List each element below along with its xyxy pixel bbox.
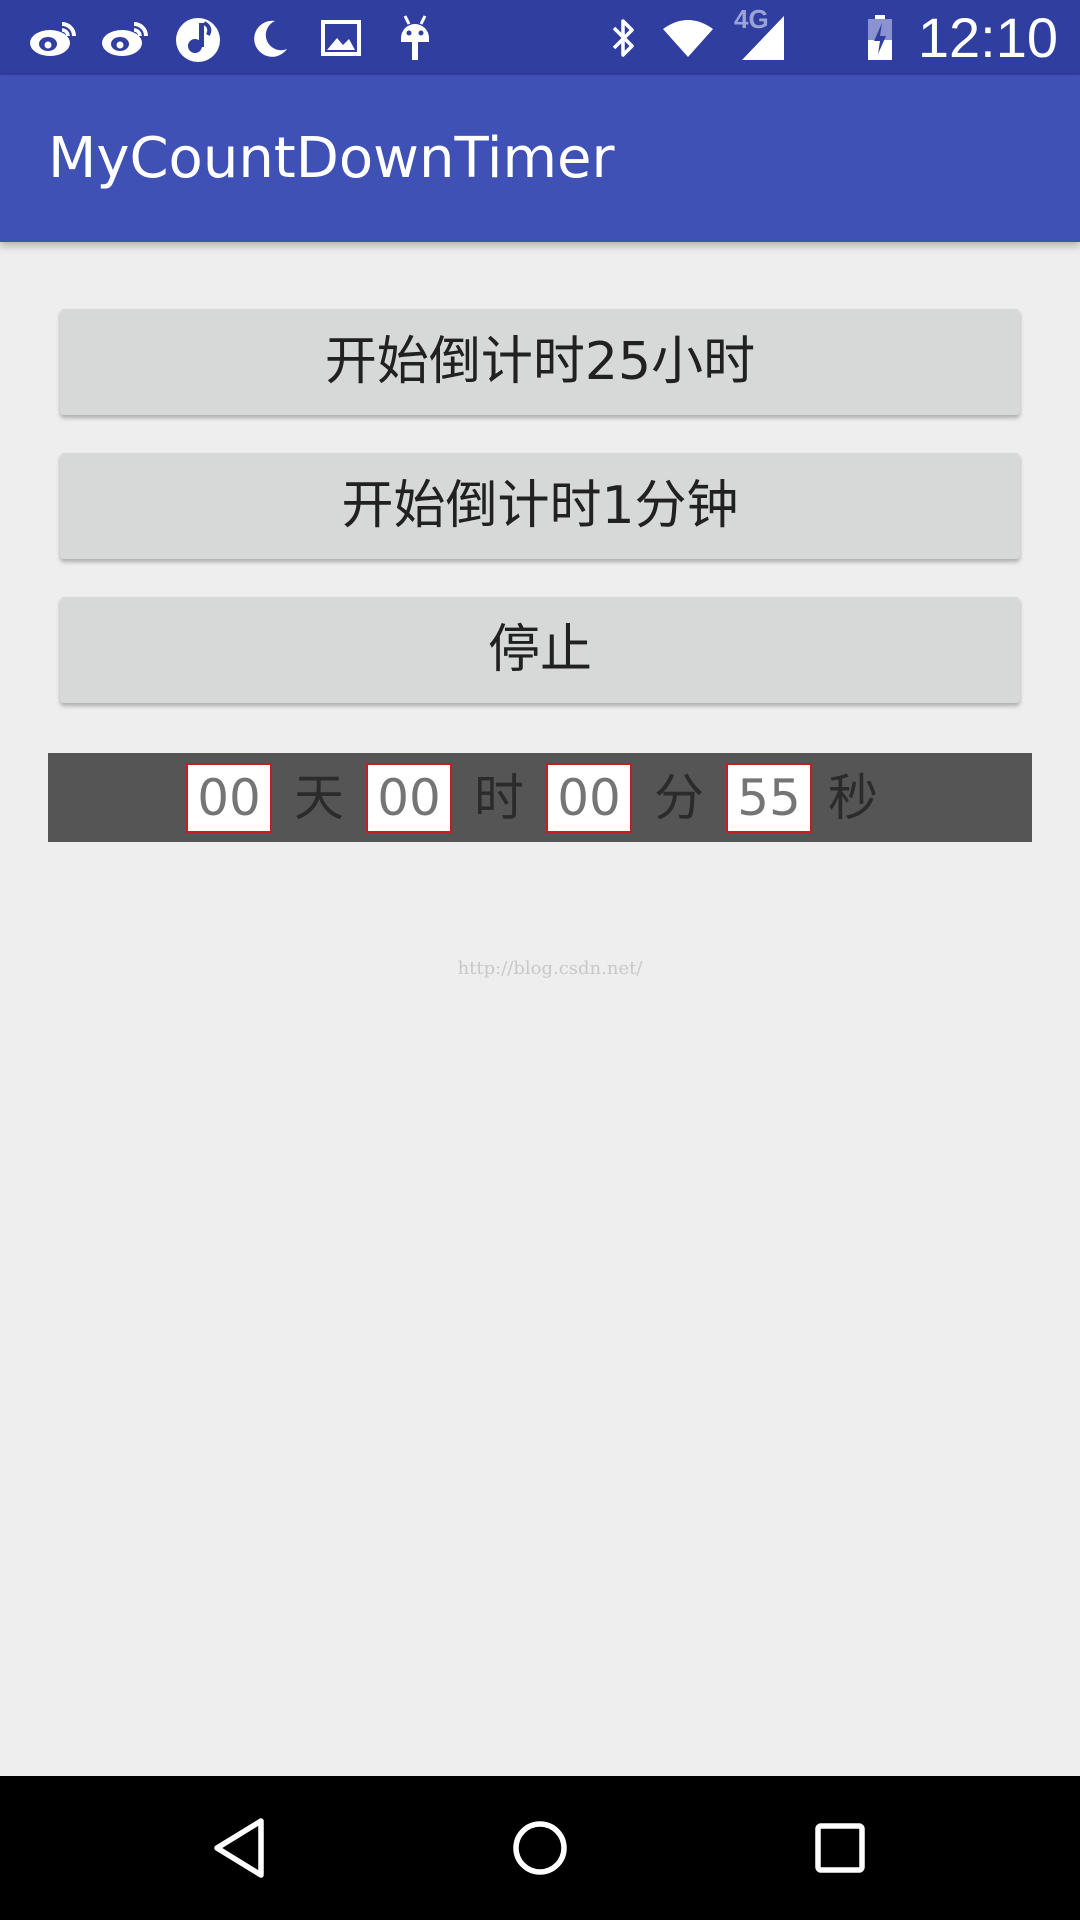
status-bar: 4G 12:10 bbox=[0, 0, 1080, 75]
home-button[interactable] bbox=[470, 1776, 610, 1920]
wifi-icon bbox=[660, 0, 716, 75]
status-clock: 12:10 bbox=[917, 6, 1058, 69]
recents-button[interactable] bbox=[770, 1776, 910, 1920]
minutes-unit-label: 分 bbox=[654, 768, 704, 827]
home-icon bbox=[513, 1821, 567, 1875]
app-title: MyCountDownTimer bbox=[48, 126, 615, 191]
bluetooth-icon bbox=[602, 0, 646, 75]
app-screen: 4G 12:10 MyCountDownTimer 开始倒计时25小时 开始倒计… bbox=[0, 0, 1080, 1920]
recents-icon bbox=[815, 1823, 865, 1873]
music-app-icon bbox=[172, 0, 224, 75]
app-bar: MyCountDownTimer bbox=[0, 75, 1080, 242]
start-1-minute-countdown-button[interactable]: 开始倒计时1分钟 bbox=[60, 453, 1020, 559]
weibo-icon bbox=[26, 0, 82, 75]
minutes-value: 00 bbox=[546, 762, 632, 833]
watermark-url: http://blog.csdn.net/ bbox=[457, 958, 643, 979]
cell-signal-icon: 4G bbox=[728, 0, 792, 75]
android-debug-icon bbox=[392, 0, 438, 75]
weibo-icon bbox=[98, 0, 154, 75]
stop-button[interactable]: 停止 bbox=[60, 597, 1020, 703]
battery-charging-icon bbox=[860, 0, 900, 75]
seconds-value: 55 bbox=[726, 762, 812, 833]
image-icon bbox=[318, 0, 364, 75]
hours-value: 00 bbox=[366, 762, 452, 833]
days-unit-label: 天 bbox=[294, 768, 344, 827]
days-value: 00 bbox=[186, 762, 272, 833]
navigation-bar bbox=[0, 1776, 1080, 1920]
hours-unit-label: 时 bbox=[474, 768, 524, 827]
seconds-unit-label: 秒 bbox=[828, 768, 878, 827]
back-icon bbox=[214, 1818, 264, 1878]
back-button[interactable] bbox=[171, 1776, 311, 1920]
moon-icon bbox=[246, 0, 292, 75]
start-25-hour-countdown-button[interactable]: 开始倒计时25小时 bbox=[60, 309, 1020, 415]
countdown-display: 00 天 00 时 00 分 55 秒 bbox=[48, 753, 1032, 842]
